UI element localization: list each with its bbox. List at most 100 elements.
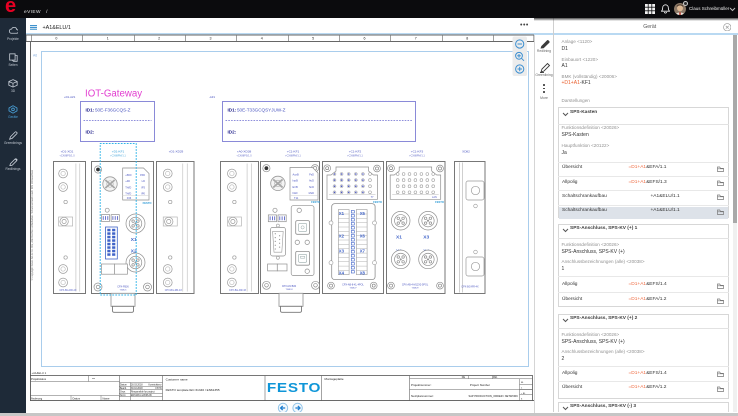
svg-text:ID1:: ID1: [228,108,237,113]
svg-text:Netzplannummer:: Netzplannummer: [411,394,434,398]
svg-text:X5: X5 [360,211,366,216]
svg-text:CPX-AB-8-KL-4POL: CPX-AB-8-KL-4POL [342,284,364,287]
svg-text:IP0: IP0 [141,191,145,195]
svg-text:4: 4 [261,37,263,41]
svg-text:XD82: XD82 [462,150,470,154]
svg-text:+CX88PM/1.1: +CX88PM/1.1 [409,154,425,157]
svg-text:ID2:: ID2: [228,130,237,135]
svg-text:50E-F36GCQS-Z: 50E-F36GCQS-Z [95,108,131,113]
svg-text:ID2:: ID2: [86,130,95,135]
svg-text:A6: A6 [33,54,37,58]
svg-text:Bearb.: Bearb. [120,387,127,390]
svg-text:© copyright Festo AG & Co. KG,: © copyright Festo AG & Co. KG, Alle Rech… [30,169,34,280]
svg-text:PsD: PsD [309,173,314,177]
svg-text:X4: X4 [339,271,345,276]
svg-text:Gepr.: Gepr. [120,391,126,394]
svg-text:ID1:: ID1: [86,108,95,113]
svg-text:CPX-BG-RR-4X: CPX-BG-RR-4X [461,286,479,289]
svg-text:Datum: Datum [120,384,127,387]
svg-text:3: 3 [210,37,212,41]
svg-text:Mkz.: Mkz. [493,377,498,379]
svg-text:T30829: T30829 [411,288,419,290]
svg-text:50E-T33GCQSYJUW-Z: 50E-T33GCQSYJUW-Z [237,108,286,113]
svg-text:+4D: +4D [125,179,130,183]
svg-text:X2: X2 [339,234,345,239]
svg-text:X7: X7 [360,249,366,254]
svg-text:F5D: F5D [140,173,145,177]
svg-text:FESTO: FESTO [435,200,444,204]
svg-text:Projektstatus: Projektstatus [31,377,47,381]
svg-text:X1: X1 [339,211,345,216]
svg-text:TH/D: TH/D [125,191,131,195]
svg-text:F36: F36 [127,196,132,200]
svg-text:5: 5 [312,37,314,41]
svg-text:1: 1 [107,37,109,41]
svg-text:FESTO: FESTO [143,201,152,205]
svg-text:Norm: Norm [120,394,126,397]
svg-text:30.10.2018: 30.10.2018 [131,388,143,390]
svg-text:0: 0 [55,37,57,41]
svg-text:Projektnummer:: Projektnummer: [411,383,432,387]
svg-text:CPX-FB36: CPX-FB36 [117,286,129,289]
svg-text:CPX-M-FB34: CPX-M-FB34 [282,285,297,288]
svg-text:X3: X3 [423,234,429,240]
svg-text:-AZ1: -AZ1 [209,95,216,99]
svg-text:28.03.2018: 28.03.2018 [131,385,143,387]
svg-text:FESTO template IEC 61346 / EN6: FESTO template IEC 61346 / EN61355 [166,388,220,392]
svg-text:IOT-Gateway: IOT-Gateway [85,89,142,100]
svg-text:CPX-BG-RR-4X: CPX-BG-RR-4X [165,289,183,292]
svg-text:NsD: NsD [293,191,298,195]
svg-text:+CX88PM/1.1: +CX88PM/1.1 [285,154,301,157]
svg-text:+5D0: +5D0 [125,173,132,177]
svg-text:+C1-KF3: +C1-KF3 [411,150,424,154]
svg-text:LD: LD [142,179,145,183]
svg-text:8: 8 [466,37,468,41]
svg-text:IP3: IP3 [141,185,145,189]
svg-text:X1: X1 [396,234,402,240]
svg-text:CPX-BG-RR-4X: CPX-BG-RR-4X [59,289,77,292]
svg-text:+D1-KF1: +D1-KF1 [112,150,125,154]
svg-text:+ Bl.: + Bl. [521,393,526,395]
svg-text:+A0-XD38: +A0-XD38 [237,150,252,154]
svg-text:+D1-XD29: +D1-XD29 [169,150,184,154]
svg-text:+D1-XD1: +D1-XD1 [61,150,74,154]
svg-text:LAN: LAN [432,196,437,199]
svg-text:+A1&ELU 1: +A1&ELU 1 [32,371,47,375]
svg-text:Montageplatte: Montageplatte [325,377,344,381]
svg-text:+CX88PS/1.0: +CX88PS/1.0 [236,154,252,157]
svg-text:X3: X3 [339,249,345,254]
svg-text:CPX-AB-4-M12X2-5POL: CPX-AB-4-M12X2-5POL [402,284,429,287]
svg-text:2: 2 [158,37,160,41]
svg-text:T30827: T30827 [349,288,357,290]
svg-text:+C1-KF2: +C1-KF2 [349,150,362,154]
svg-text:+CX88PM/1.1: +CX88PM/1.1 [347,154,363,157]
svg-text:FESTO: FESTO [267,381,321,396]
svg-text:7: 7 [415,37,417,41]
svg-text:AuxB: AuxB [293,173,299,177]
svg-text:Customer name: Customer name [166,377,188,381]
svg-text:T30824: T30824 [285,289,293,291]
svg-text:Änderung: Änderung [31,396,43,400]
svg-text:DE: DE [462,377,466,379]
svg-text:Responsible for project: Responsible for project [131,391,155,394]
svg-text:6: 6 [364,37,366,41]
svg-text:Datum: Datum [73,396,81,400]
svg-text:Project Number: Project Number [470,383,490,387]
svg-text:+CX88PM/1.1: +CX88PM/1.1 [110,154,126,157]
svg-text:+CX88PS/1.0: +CX88PS/1.0 [59,154,75,157]
svg-text:***: *** [92,377,95,381]
svg-text:FSTN: FSTN [156,388,162,390]
svg-text:Bl.: Bl. [521,382,524,384]
svg-text:Konstrukteur: Konstrukteur [148,384,161,387]
svg-text:FESTO: FESTO [311,200,320,204]
svg-text:AuD: AuD [309,179,314,183]
svg-text:EN61034-1/2006-06: EN61034-1/2006-06 [131,395,152,397]
svg-text:T30821: T30821 [119,290,127,292]
svg-text:Name: Name [103,396,110,400]
svg-text:SAP PRODUCTION_ORDER / NETWORK: SAP PRODUCTION_ORDER / NETWORK [468,394,518,398]
svg-text:MsD: MsD [309,191,314,195]
svg-text:X8: X8 [360,271,366,276]
svg-text:CPX-BG-RR-4X: CPX-BG-RR-4X [229,289,247,292]
svg-text:+C1-KF1: +C1-KF1 [287,150,300,154]
svg-text:InpB: InpB [293,179,299,183]
